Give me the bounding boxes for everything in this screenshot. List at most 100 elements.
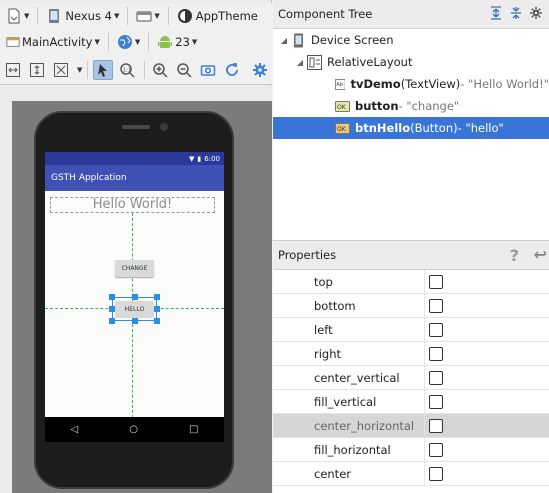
status-time: 6:00 [204,154,220,163]
component-tree-title: Component Tree [278,7,373,21]
tree-header-actions [489,6,543,20]
margins-dropdown[interactable] [51,60,71,80]
property-row-left[interactable]: left [273,318,549,342]
zoom-out-icon [177,62,192,78]
zoom-out-button[interactable] [174,60,194,80]
refresh-button[interactable] [222,60,242,80]
property-row-center[interactable]: center [273,462,549,486]
property-checkbox[interactable] [429,442,443,457]
property-checkbox[interactable] [429,322,443,337]
property-name: fill_horizontal [273,438,425,461]
property-row-center-vertical[interactable]: center_vertical [273,366,549,390]
fit-screen-button[interactable] [3,60,23,80]
actual-size-button[interactable]: 1:1 [117,60,137,80]
property-checkbox[interactable] [429,394,443,409]
settings-icon[interactable] [529,6,543,20]
expanded-arrow-icon[interactable]: ◢ [277,36,291,45]
status-bar: ▼ ▮ 6:00 [45,152,224,165]
component-tree-header: Component Tree [273,0,549,29]
camera-icon [201,64,216,76]
device-icon [294,33,303,47]
toolbar-separator [107,33,109,51]
select-tool-button[interactable] [93,59,114,80]
locale-dropdown[interactable]: ▼ [114,31,143,53]
resize-handle[interactable] [154,318,160,324]
property-checkbox[interactable] [429,346,443,361]
tree-node-device-screen[interactable]: ◢ Device Screen [277,29,547,51]
property-row-center-horizontal[interactable]: center_horizontal [273,414,549,438]
property-name: fill_vertical [273,390,425,413]
chevron-down-icon: ▼ [154,12,160,20]
properties-header: Properties ? ↩ [273,240,549,270]
properties-table: top bottom left right center_vertical fi… [273,270,549,486]
theme-icon [177,9,192,23]
property-row-bottom[interactable]: bottom [273,294,549,318]
tree-node-relative-layout[interactable]: ◢ RelativeLayout [293,51,543,73]
property-row-fill-vertical[interactable]: fill_vertical [273,390,549,414]
toolbar-separator [148,33,150,51]
relative-layout-preview[interactable]: Hello World! CHANGE HELLO [45,191,224,418]
chevron-down-icon: ▼ [191,38,198,46]
fit-height-button[interactable] [27,60,47,80]
tree-node-label: RelativeLayout [327,55,413,69]
toolbar-separator [167,7,169,25]
toolbar-separator [37,7,39,25]
property-checkbox[interactable] [429,466,443,481]
cursor-icon [98,63,108,77]
designer-toolbar-row-3: ▼ 1:1 [0,55,272,85]
help-icon[interactable]: ? [510,246,519,265]
expanded-arrow-icon[interactable]: ◢ [293,58,307,67]
tree-node-btnhello[interactable]: OK btnHello (Button) - "hello" [273,117,549,139]
property-checkbox[interactable] [429,274,443,289]
tree-node-tvdemo[interactable]: Ab tvDemo (TextView) - "Hello World!" [335,73,549,95]
orientation-icon [136,11,152,22]
app-title: GSTH Applcation [51,173,127,183]
property-row-right[interactable]: right [273,342,549,366]
margins-icon [54,62,68,77]
screenshot-button[interactable] [198,60,218,80]
undo-icon[interactable]: ↩ [534,245,547,264]
device-screen[interactable]: ▼ ▮ 6:00 GSTH Applcation Hello World! CH… [45,152,224,442]
settings-button[interactable] [250,60,270,80]
theme-selector[interactable]: AppTheme [174,5,261,27]
activity-dropdown[interactable]: MainActivity ▼ [3,31,103,53]
api-level-label: 23 [175,35,190,49]
resize-handle[interactable] [109,318,115,324]
chevron-down-icon: ▼ [24,12,30,20]
collapse-all-icon[interactable] [509,6,523,20]
toolbar-separator [144,60,146,79]
tree-node-label: Device Screen [311,33,394,47]
resize-handle[interactable] [109,306,115,312]
change-button[interactable]: CHANGE [115,260,154,277]
device-label: Nexus 4 [65,9,112,23]
component-tree: ◢ Device Screen ◢ RelativeLayout Ab tvDe… [273,29,549,239]
resize-handle[interactable] [154,294,160,300]
property-checkbox[interactable] [429,418,443,433]
tree-node-button[interactable]: OK button - "change" [335,95,549,117]
chevron-down-icon: ▼ [94,38,100,46]
activity-icon [6,37,20,47]
api-level-dropdown[interactable]: 23 ▼ [154,31,200,53]
android-icon [158,36,173,48]
activity-label: MainActivity [22,35,93,49]
layout-file-dropdown[interactable]: ▼ [3,5,32,27]
property-checkbox[interactable] [429,370,443,385]
property-name: center_horizontal [273,414,425,437]
textview-icon: Ab [335,78,346,90]
property-row-fill-horizontal[interactable]: fill_horizontal [273,438,549,462]
tvdemo-textview[interactable]: Hello World! [50,197,215,213]
property-name: bottom [273,294,425,317]
property-name: center_vertical [273,366,425,389]
property-checkbox[interactable] [429,298,443,313]
orientation-dropdown[interactable]: ▼ [133,5,162,27]
resize-handle[interactable] [109,294,115,300]
resize-handle[interactable] [132,294,138,300]
svg-text:1:1: 1:1 [123,67,131,73]
chevron-down-icon: ▼ [113,12,120,20]
device-dropdown[interactable]: Nexus 4 ▼ [43,5,122,27]
zoom-in-button[interactable] [150,60,170,80]
expand-all-icon[interactable] [489,6,503,20]
resize-handle[interactable] [132,318,138,324]
resize-handle[interactable] [154,306,160,312]
property-row-top[interactable]: top [273,270,549,294]
